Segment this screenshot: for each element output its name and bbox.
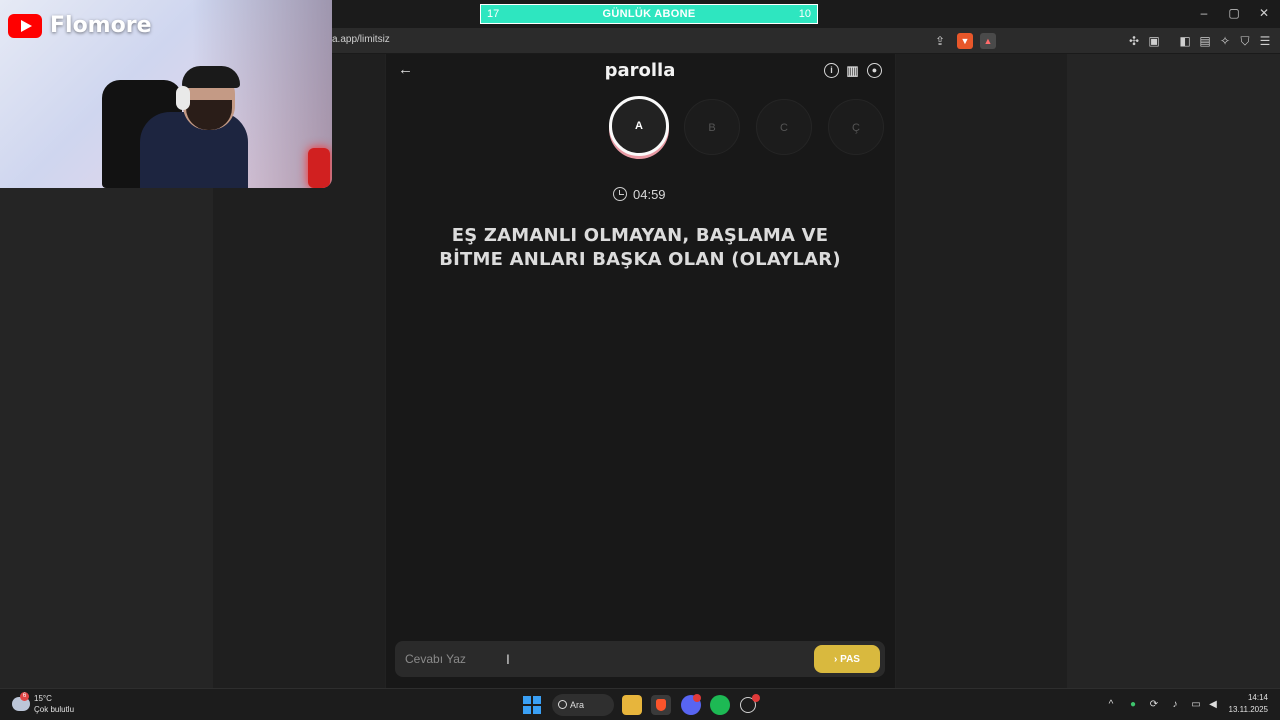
stats-icon[interactable]: ▥ [845, 63, 860, 78]
pass-label: PAS [840, 653, 860, 665]
microphone-icon[interactable]: ♪ [1168, 699, 1182, 710]
app-title: parolla [604, 60, 676, 81]
text-cursor-icon: I [506, 651, 510, 667]
subscriber-target: 10 [798, 8, 811, 20]
file-explorer-icon[interactable] [622, 695, 642, 715]
search-label: Ara [570, 700, 585, 710]
right-gutter [1067, 54, 1280, 688]
red-lamp [308, 148, 330, 188]
windows-logo-tile [523, 706, 531, 714]
question-line-2: BİTME ANLARI BAŞKA OLAN (OLAYLAR) [439, 249, 841, 270]
back-arrow-icon[interactable]: ← [398, 62, 414, 78]
taskbar-search[interactable]: Ara [552, 694, 614, 716]
windows-logo-tile [533, 696, 541, 704]
sync-icon[interactable]: ⟳ [1147, 699, 1161, 710]
brave-shield-icon[interactable]: ▼ [957, 33, 973, 49]
letter-circle-a: A [609, 96, 669, 156]
screen: – ▢ ✕ a.app/limitsiz ⇪ ▼ ▲ ✣ ▣ ◧ ▤ ✧ ⛉ ☰… [0, 0, 1280, 720]
streamer-cap [182, 66, 240, 88]
vpn-icon[interactable]: ⛉ [1237, 33, 1253, 49]
brave-browser-icon[interactable] [651, 695, 671, 715]
volume-icon[interactable]: ◀ [1206, 699, 1220, 710]
weather-badge: 6 [20, 692, 29, 701]
share-icon[interactable]: ⇪ [932, 33, 948, 49]
tab-icon[interactable]: ▣ [1146, 33, 1162, 49]
windows-logo-tile [533, 706, 541, 714]
discord-notification-badge [693, 694, 701, 702]
countdown-timer: 04:59 [633, 187, 666, 202]
menu-icon[interactable]: ☰ [1257, 33, 1273, 49]
chevron-right-icon: › [834, 653, 838, 665]
subscriber-goal-bar: 17 GÜNLÜK ABONE 10 [480, 4, 818, 24]
close-window-button[interactable]: ✕ [1249, 6, 1279, 20]
leo-ai-icon[interactable]: ✧ [1217, 33, 1233, 49]
minimize-button[interactable]: – [1189, 6, 1219, 20]
subscriber-goal-label: GÜNLÜK ABONE [602, 8, 696, 20]
wallet-icon[interactable]: ▤ [1197, 33, 1213, 49]
clock-time[interactable]: 14:14 [1248, 693, 1268, 702]
weather-description[interactable]: Çok bulutlu [34, 705, 74, 714]
youtube-icon [8, 14, 42, 38]
clock-icon [613, 187, 627, 201]
windows-taskbar: 6 15°C Çok bulutlu Ara ^ ● ⟳ ♪ ▭ ◀ 14:14… [0, 688, 1280, 720]
weather-temperature[interactable]: 15°C [34, 694, 52, 703]
profile-icon[interactable]: ● [867, 63, 882, 78]
left-gutter [0, 188, 213, 688]
headphones [176, 86, 190, 110]
answer-bar [395, 641, 885, 677]
question-text: EŞ ZAMANLI OLMAYAN, BAŞLAMA VE BİTME ANL… [420, 224, 860, 272]
pass-button[interactable]: › PAS [814, 645, 880, 673]
question-line-1: EŞ ZAMANLI OLMAYAN, BAŞLAMA VE [451, 225, 829, 246]
url-text[interactable]: a.app/limitsiz [332, 34, 390, 45]
channel-name: Flomore [50, 13, 152, 38]
sidebar-icon[interactable]: ◧ [1177, 33, 1193, 49]
letter-circle-b: B [684, 99, 740, 155]
search-icon [558, 700, 567, 709]
network-icon[interactable]: ▭ [1189, 699, 1203, 710]
brave-rewards-icon[interactable]: ▲ [980, 33, 996, 49]
clock-date[interactable]: 13.11.2025 [1229, 705, 1268, 714]
start-button[interactable] [522, 695, 542, 715]
letter-circle-c-cedilla: Ç [828, 99, 884, 155]
answer-input[interactable] [395, 641, 795, 677]
spotify-icon[interactable] [710, 695, 730, 715]
maximize-button[interactable]: ▢ [1219, 6, 1249, 20]
info-icon[interactable]: i [824, 63, 839, 78]
tray-expand-icon[interactable]: ^ [1104, 699, 1118, 710]
status-dot-icon[interactable]: ● [1126, 699, 1140, 710]
app-notification-badge [752, 694, 760, 702]
windows-logo-tile [523, 696, 531, 704]
extensions-icon[interactable]: ✣ [1126, 33, 1142, 49]
webcam-overlay: Flomore [0, 0, 332, 188]
letter-circle-c: C [756, 99, 812, 155]
